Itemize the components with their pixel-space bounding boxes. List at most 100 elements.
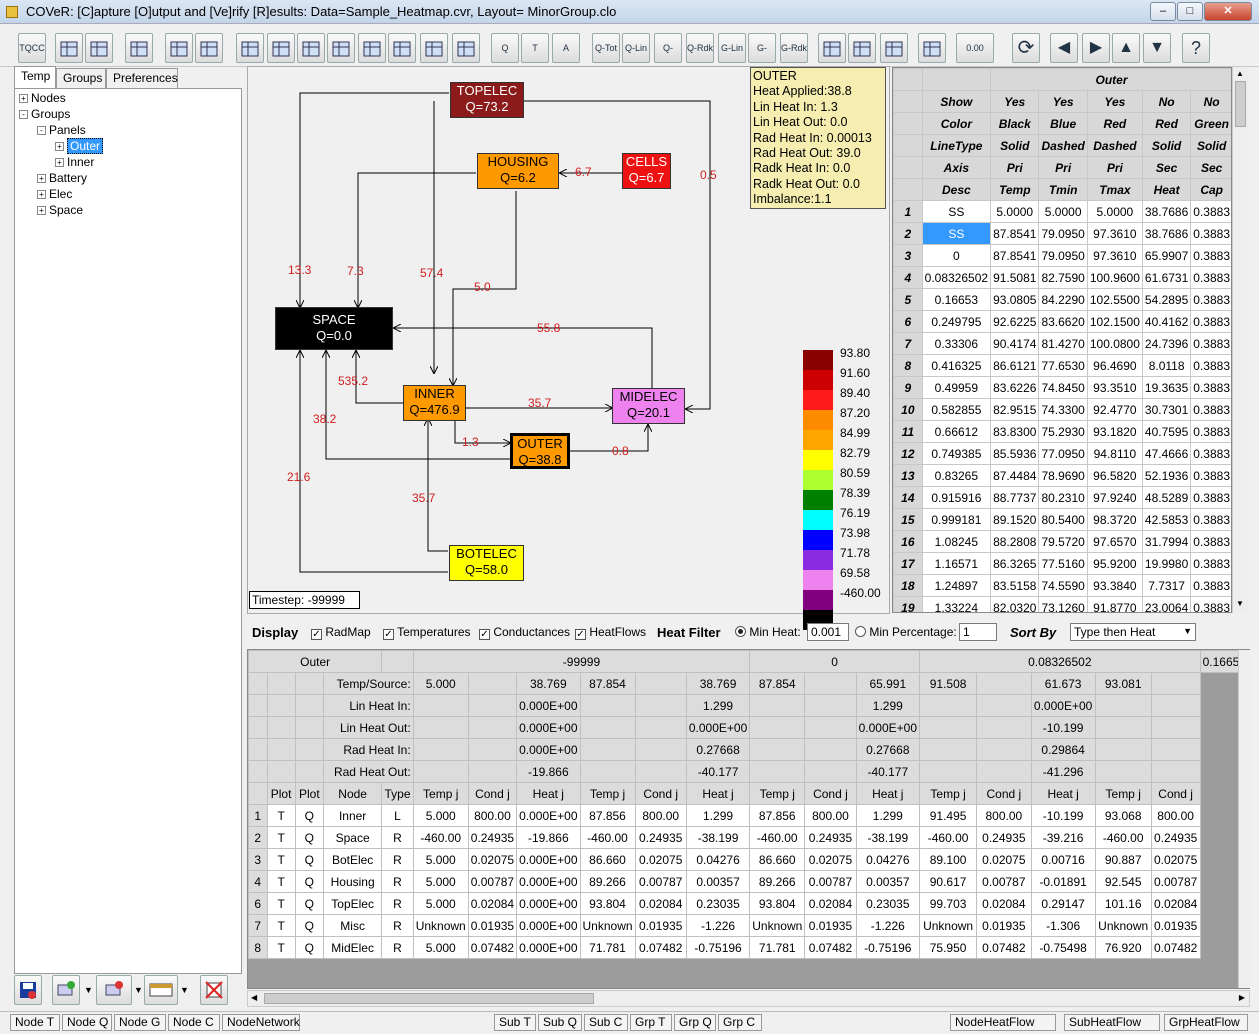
scroll-right-icon[interactable]: ▶ <box>1239 993 1245 1002</box>
status-button-3[interactable]: Node C <box>168 1014 220 1031</box>
scroll-down-icon[interactable]: ▼ <box>1236 599 1244 608</box>
toolbar-button-22[interactable]: G-Rad <box>748 33 776 81</box>
column-header[interactable]: Heat j <box>685 782 751 805</box>
meta-cell[interactable]: Temp <box>990 178 1040 201</box>
meta-cell[interactable]: Yes <box>990 90 1040 113</box>
toolbar-button-0[interactable]: TQCC <box>18 33 46 63</box>
toolbar-button-23[interactable]: G-Rdk <box>780 33 808 63</box>
table-row[interactable]: 6 0.249795 92.6225 83.6620 102.1500 40.4162 0.… <box>893 310 1231 333</box>
toolbar-button-20[interactable]: Q-Rdk <box>686 33 714 63</box>
meta-cell[interactable]: Pri <box>990 156 1040 179</box>
toolbar-button-28[interactable]: 0.00 <box>956 33 994 63</box>
status-button-2[interactable]: Node G <box>114 1014 166 1031</box>
table-row[interactable]: 13 0.83265 87.4484 78.9690 96.5820 52.1936 0.3… <box>893 464 1231 487</box>
scroll-thumb[interactable] <box>1235 81 1246 127</box>
close-button[interactable]: ✕ <box>1204 2 1252 21</box>
status-button-10[interactable]: Grp C <box>718 1014 762 1031</box>
heatflows-checkbox[interactable]: ✓ HeatFlows <box>575 625 646 640</box>
status-button-4[interactable]: NodeNetwork <box>222 1014 300 1031</box>
table-row[interactable]: 1 T Q Inner L 5.000 800.00 0.000E+00 87.856 800.0… <box>248 804 1249 827</box>
expand-icon[interactable]: + <box>19 94 28 103</box>
toolbar-button-17[interactable]: Q-Tot <box>592 33 620 63</box>
meta-cell[interactable]: Solid <box>990 134 1040 157</box>
table-row[interactable]: 17 1.16571 86.3265 77.5160 95.9200 19.9980 0.3… <box>893 552 1231 575</box>
table-row[interactable]: 19 1.33224 82.0320 73.1260 91.8770 23.0064 0.3… <box>893 596 1231 612</box>
tab-temp[interactable]: Temp <box>14 66 56 88</box>
tree-item-space[interactable]: + Space <box>37 203 83 217</box>
collapse-icon[interactable]: - <box>19 110 28 119</box>
meta-cell[interactable]: Green <box>1190 112 1231 135</box>
meta-cell[interactable]: Tmax <box>1086 178 1143 201</box>
remove-group-button[interactable] <box>96 975 132 1005</box>
column-header[interactable]: Type <box>381 782 414 805</box>
table-row[interactable]: 2 T Q Space R -460.00 0.24935 -19.866 -460.00 0.2… <box>248 826 1249 849</box>
sort-by-select[interactable]: Type then Heat ▼ <box>1070 623 1196 641</box>
table-row[interactable]: 10 0.582855 82.9515 74.3300 92.4770 30.7301 0.… <box>893 398 1231 421</box>
table-row[interactable]: 3 T Q BotElec R 5.000 0.02075 0.000E+00 86.660 0.… <box>248 848 1249 871</box>
column-header[interactable]: Temp j <box>749 782 806 805</box>
toolbar-button-26[interactable] <box>880 33 908 63</box>
toolbar-button-25[interactable] <box>848 33 876 63</box>
tree-item-inner[interactable]: + Inner <box>55 155 94 169</box>
add-group-button[interactable] <box>52 975 80 1005</box>
toolbar-button-21[interactable]: G-Lin <box>718 33 746 63</box>
tree-item-battery[interactable]: + Battery <box>37 171 87 185</box>
column-header[interactable]: Cond j <box>634 782 687 805</box>
toolbar-button-19[interactable]: Q-Rad <box>654 33 682 81</box>
tree-item-panels[interactable]: - Panels <box>37 123 86 137</box>
table-row[interactable]: 7 0.33306 90.4174 81.4270 100.0800 24.7396 0.3… <box>893 332 1231 355</box>
toolbar-button-14[interactable]: Q BOX <box>491 33 519 81</box>
meta-cell[interactable]: Black <box>990 112 1040 135</box>
column-header[interactable]: Plot <box>294 782 324 805</box>
table-row[interactable]: 11 0.66612 83.8300 75.2930 93.1820 40.7595 0.3… <box>893 420 1231 443</box>
table-row[interactable]: 12 0.749385 85.5936 77.0950 94.8110 47.4666 0.… <box>893 442 1231 465</box>
meta-cell[interactable]: Yes <box>1086 90 1143 113</box>
toolbar-button-30[interactable]: ◀ <box>1050 33 1078 63</box>
status-button-8[interactable]: Grp T <box>630 1014 672 1031</box>
min-heat-radio[interactable]: Min Heat: <box>735 625 801 639</box>
node-space[interactable]: SPACE Q=0.0 <box>275 307 393 350</box>
column-header[interactable]: Cond j <box>1150 782 1201 805</box>
dropdown-arrow-icon[interactable]: ▼ <box>134 985 143 995</box>
expand-icon[interactable]: + <box>55 158 64 167</box>
meta-cell[interactable]: Red <box>1086 112 1143 135</box>
toolbar-button-11[interactable] <box>388 33 416 63</box>
column-header[interactable]: Node <box>322 782 383 805</box>
column-header[interactable]: Temp j <box>412 782 469 805</box>
tree-item-groups[interactable]: - Groups <box>19 107 70 121</box>
column-header[interactable]: Heat j <box>516 782 581 805</box>
toolbar-button-9[interactable] <box>327 33 355 63</box>
node-outer[interactable]: OUTER Q=38.8 <box>510 433 570 469</box>
table-row[interactable]: 5 0.16653 93.0805 84.2290 102.5500 54.2895 0.3… <box>893 288 1231 311</box>
meta-cell[interactable]: No <box>1190 90 1231 113</box>
table-row[interactable]: 6 T Q TopElec R 5.000 0.02084 0.000E+00 93.804 0.… <box>248 892 1249 915</box>
status-button-0[interactable]: Node T <box>10 1014 60 1031</box>
tree-item-elec[interactable]: + Elec <box>37 187 72 201</box>
meta-cell[interactable]: Dashed <box>1038 134 1088 157</box>
node-inner[interactable]: INNER Q=476.9 <box>403 385 466 421</box>
dropdown-arrow-icon[interactable]: ▼ <box>84 985 93 995</box>
scroll-up-icon[interactable]: ▲ <box>1236 69 1244 78</box>
maximize-button[interactable]: □ <box>1177 2 1203 21</box>
delete-layout-button[interactable] <box>200 975 228 1005</box>
column-header[interactable]: Temp j <box>1094 782 1152 805</box>
toolbar-button-13[interactable] <box>452 33 480 63</box>
temperatures-checkbox[interactable]: ✓ Temperatures <box>383 625 471 640</box>
node-housing[interactable]: HOUSING Q=6.2 <box>477 153 559 189</box>
collapse-icon[interactable]: - <box>37 126 46 135</box>
min-heat-input[interactable]: 0.001 <box>807 623 849 641</box>
column-header[interactable]: Cond j <box>804 782 857 805</box>
node-topelec[interactable]: TOPELEC Q=73.2 <box>450 82 524 118</box>
tab-preferences[interactable]: Preferences <box>106 68 178 88</box>
table-row[interactable]: 8 T Q MidElec R 5.000 0.07482 0.000E+00 71.781 0.… <box>248 936 1249 959</box>
status-button-11[interactable]: NodeHeatFlow <box>950 1014 1056 1031</box>
save-layout-button[interactable] <box>14 975 42 1005</box>
table-row[interactable]: 4 0.08326502 91.5081 82.7590 100.9600 61.6731… <box>893 266 1231 289</box>
table-row[interactable]: 3 0 87.8541 79.0950 97.3610 65.9907 0.3883 <box>893 244 1231 267</box>
tree-item-outer[interactable]: + Outer <box>55 138 104 154</box>
meta-cell[interactable]: Yes <box>1038 90 1088 113</box>
table-row[interactable]: 7 T Q Misc R Unknown 0.01935 0.000E+00 Unknown 0.… <box>248 914 1249 937</box>
scroll-thumb[interactable] <box>264 993 594 1004</box>
table-row[interactable]: 15 0.999181 89.1520 80.5400 98.3720 42.5853 0.… <box>893 508 1231 531</box>
vertical-scrollbar[interactable]: ▲ ▼ <box>1232 67 1248 613</box>
